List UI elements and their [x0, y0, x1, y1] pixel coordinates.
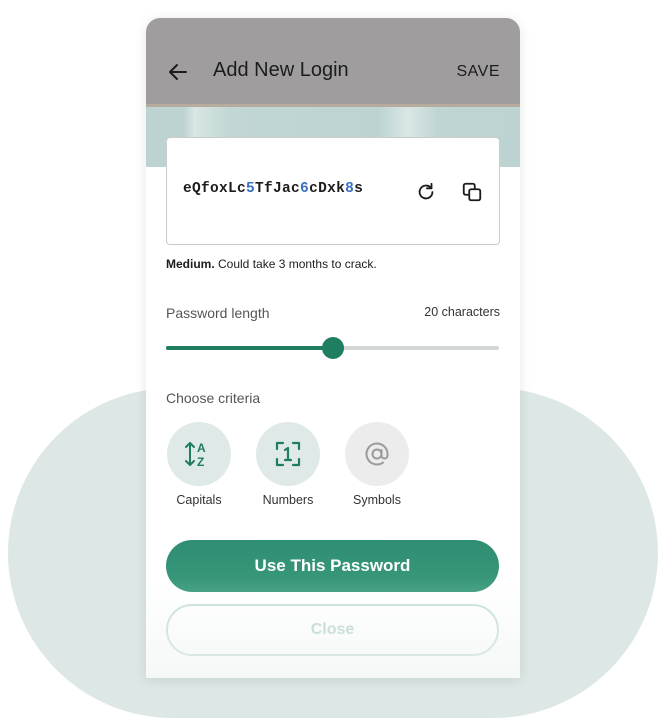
- password-digit: 8: [345, 181, 355, 197]
- copy-icon[interactable]: [461, 181, 483, 203]
- criteria-numbers-toggle[interactable]: Numbers: [248, 422, 328, 507]
- strength-level: Medium.: [166, 257, 215, 271]
- password-length-slider[interactable]: [166, 335, 499, 361]
- criteria-symbols-toggle[interactable]: Symbols: [337, 422, 417, 507]
- sort-alpha-icon: A Z: [185, 441, 206, 469]
- symbols-circle: [345, 422, 409, 486]
- criteria-capitals-label: Capitals: [176, 493, 222, 507]
- password-chars: eQfoxLc: [183, 181, 247, 197]
- criteria-capitals-toggle[interactable]: A Z Capitals: [159, 422, 239, 507]
- phone-screen: Add New Login SAVE eQfoxLc5TfJac6cDxk8s …: [146, 18, 520, 678]
- strength-detail: Could take 3 months to crack.: [214, 257, 377, 271]
- svg-text:A: A: [197, 441, 206, 455]
- strength-indicator: Medium. Could take 3 months to crack.: [166, 257, 377, 271]
- svg-text:Z: Z: [197, 455, 204, 469]
- criteria-label: Choose criteria: [166, 390, 261, 406]
- back-arrow-icon[interactable]: [166, 60, 190, 84]
- criteria-symbols-label: Symbols: [353, 493, 401, 507]
- numbers-circle: [256, 422, 320, 486]
- password-length-label: Password length: [166, 305, 270, 321]
- slider-fill: [166, 346, 333, 350]
- generated-password[interactable]: eQfoxLc5TfJac6cDxk8s: [183, 181, 363, 197]
- close-button[interactable]: Close: [166, 604, 499, 656]
- slider-thumb[interactable]: [321, 337, 344, 359]
- save-button[interactable]: SAVE: [457, 63, 501, 81]
- refresh-icon[interactable]: [415, 181, 437, 203]
- password-chars: s: [354, 181, 364, 197]
- generated-password-card: eQfoxLc5TfJac6cDxk8s: [166, 137, 500, 245]
- number-one-icon: [275, 441, 301, 467]
- password-chars: TfJac: [255, 181, 301, 197]
- criteria-numbers-label: Numbers: [262, 493, 314, 507]
- use-password-button[interactable]: Use This Password: [166, 540, 499, 592]
- at-sign-icon: [365, 442, 389, 466]
- password-digit: 5: [246, 181, 256, 197]
- password-length-value: 20 characters: [424, 305, 500, 319]
- password-digit: 6: [300, 181, 310, 197]
- app-header: Add New Login SAVE: [146, 18, 520, 107]
- capitals-circle: A Z: [167, 422, 231, 486]
- password-chars: cDxk: [309, 181, 346, 197]
- page-title: Add New Login: [213, 59, 349, 81]
